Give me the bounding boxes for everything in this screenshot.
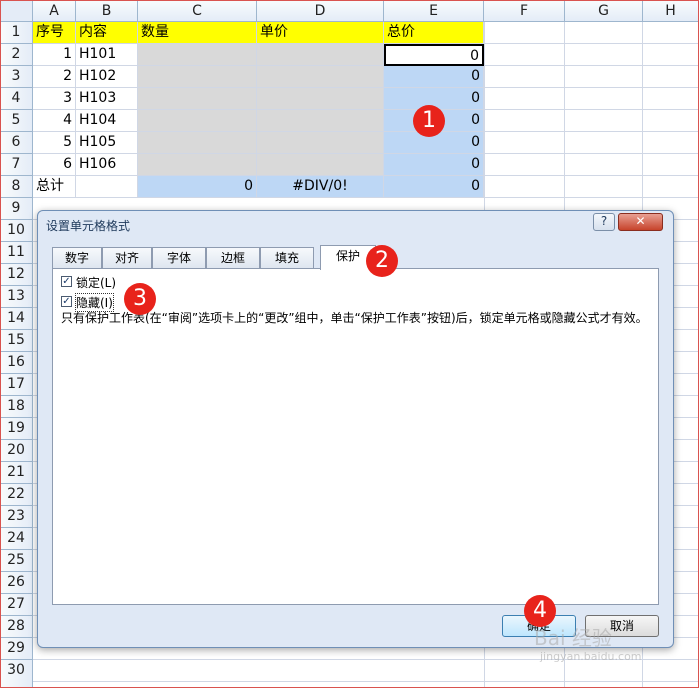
cell-seq[interactable]: 5: [33, 132, 76, 154]
tab-fill[interactable]: 填充: [260, 247, 314, 269]
column-header-b[interactable]: B: [76, 0, 138, 22]
hide-checkbox[interactable]: ✓: [61, 296, 72, 307]
row-header[interactable]: 15: [0, 330, 33, 352]
cell-qty[interactable]: [138, 66, 257, 88]
help-button[interactable]: ?: [593, 213, 615, 231]
row-header[interactable]: 7: [0, 154, 33, 176]
cell-qty[interactable]: [138, 154, 257, 176]
row-header[interactable]: 13: [0, 286, 33, 308]
header-price[interactable]: 单价: [257, 22, 384, 44]
cell-qty[interactable]: [138, 132, 257, 154]
cell-price[interactable]: [257, 88, 384, 110]
row-header[interactable]: 22: [0, 484, 33, 506]
row-header[interactable]: 6: [0, 132, 33, 154]
cell-seq[interactable]: 3: [33, 88, 76, 110]
summary-empty[interactable]: [76, 176, 138, 198]
tab-border[interactable]: 边框: [206, 247, 260, 269]
row-header[interactable]: 2: [0, 44, 33, 66]
watermark-logo: Bai 经验: [534, 626, 612, 650]
row-header[interactable]: 24: [0, 528, 33, 550]
cell-content[interactable]: H106: [76, 154, 138, 176]
column-header-d[interactable]: D: [257, 0, 384, 22]
protection-note: 只有保护工作表(在“审阅”选项卡上的“更改”组中，单击“保护工作表”按钮)后，锁…: [61, 311, 648, 325]
row-header[interactable]: 25: [0, 550, 33, 572]
select-all-corner[interactable]: [0, 0, 33, 22]
row-header[interactable]: 17: [0, 374, 33, 396]
row-header[interactable]: 3: [0, 66, 33, 88]
hide-label[interactable]: 隐藏(I): [75, 293, 114, 312]
cell-content[interactable]: H105: [76, 132, 138, 154]
watermark-url: jingyan.baidu.com: [540, 650, 642, 663]
row-header[interactable]: 26: [0, 572, 33, 594]
cell-price[interactable]: [257, 132, 384, 154]
row-header[interactable]: 11: [0, 242, 33, 264]
cell-content[interactable]: H103: [76, 88, 138, 110]
step-badge-2: 2: [366, 245, 398, 277]
cell-price[interactable]: [257, 154, 384, 176]
row-header[interactable]: 4: [0, 88, 33, 110]
row-header[interactable]: 1: [0, 22, 33, 44]
dialog-title: 设置单元格格式: [46, 219, 131, 233]
cell-qty[interactable]: [138, 110, 257, 132]
cell-total-selected[interactable]: 0: [384, 44, 484, 66]
row-header[interactable]: 20: [0, 440, 33, 462]
row-header[interactable]: 21: [0, 462, 33, 484]
row-header[interactable]: 30: [0, 660, 33, 688]
column-header-h[interactable]: H: [643, 0, 699, 22]
row-header[interactable]: 18: [0, 396, 33, 418]
row-header[interactable]: 19: [0, 418, 33, 440]
tab-alignment[interactable]: 对齐: [102, 247, 152, 269]
cell-total[interactable]: 0: [384, 66, 484, 88]
cell-price[interactable]: [257, 44, 384, 66]
cell-content[interactable]: H101: [76, 44, 138, 66]
row-header[interactable]: 16: [0, 352, 33, 374]
cell-total[interactable]: 0: [384, 154, 484, 176]
row-header[interactable]: 9: [0, 198, 33, 220]
tab-number[interactable]: 数字: [52, 247, 102, 269]
summary-qty[interactable]: 0: [138, 176, 257, 198]
tab-font[interactable]: 字体: [152, 247, 206, 269]
column-header-c[interactable]: C: [138, 0, 257, 22]
summary-total[interactable]: 0: [384, 176, 484, 198]
cell-seq[interactable]: 1: [33, 44, 76, 66]
lock-checkbox[interactable]: ✓: [61, 276, 72, 287]
row-header[interactable]: 5: [0, 110, 33, 132]
row-header[interactable]: 29: [0, 638, 33, 660]
format-cells-dialog: 设置单元格格式 ? ✕ 数字 对齐 字体 边框 填充 保护 ✓ 锁定(L) ✓ …: [37, 210, 674, 648]
column-header-f[interactable]: F: [484, 0, 565, 22]
cell-content[interactable]: H104: [76, 110, 138, 132]
cell-price[interactable]: [257, 110, 384, 132]
step-badge-1: 1: [413, 105, 445, 137]
cell-seq[interactable]: 4: [33, 110, 76, 132]
row-header[interactable]: 8: [0, 176, 33, 198]
cell-qty[interactable]: [138, 44, 257, 66]
summary-price[interactable]: #DIV/0!: [257, 176, 384, 198]
summary-label[interactable]: 总计: [33, 176, 76, 198]
row-header[interactable]: 10: [0, 220, 33, 242]
row-header[interactable]: 12: [0, 264, 33, 286]
header-seq[interactable]: 序号: [33, 22, 76, 44]
cell-seq[interactable]: 6: [33, 154, 76, 176]
cell-content[interactable]: H102: [76, 66, 138, 88]
lock-label[interactable]: 锁定(L): [76, 274, 116, 291]
protection-panel: ✓ 锁定(L) ✓ 隐藏(I) 只有保护工作表(在“审阅”选项卡上的“更改”组中…: [52, 268, 659, 605]
column-header-g[interactable]: G: [565, 0, 643, 22]
header-qty[interactable]: 数量: [138, 22, 257, 44]
close-button[interactable]: ✕: [618, 213, 663, 231]
cell-seq[interactable]: 2: [33, 66, 76, 88]
column-header-a[interactable]: A: [33, 0, 76, 22]
row-header[interactable]: 23: [0, 506, 33, 528]
cell-qty[interactable]: [138, 88, 257, 110]
step-badge-3: 3: [124, 283, 156, 315]
row-header[interactable]: 14: [0, 308, 33, 330]
header-total[interactable]: 总价: [384, 22, 484, 44]
row-header[interactable]: 28: [0, 616, 33, 638]
column-header-e[interactable]: E: [384, 0, 484, 22]
row-header[interactable]: 27: [0, 594, 33, 616]
header-content[interactable]: 内容: [76, 22, 138, 44]
cell-price[interactable]: [257, 66, 384, 88]
